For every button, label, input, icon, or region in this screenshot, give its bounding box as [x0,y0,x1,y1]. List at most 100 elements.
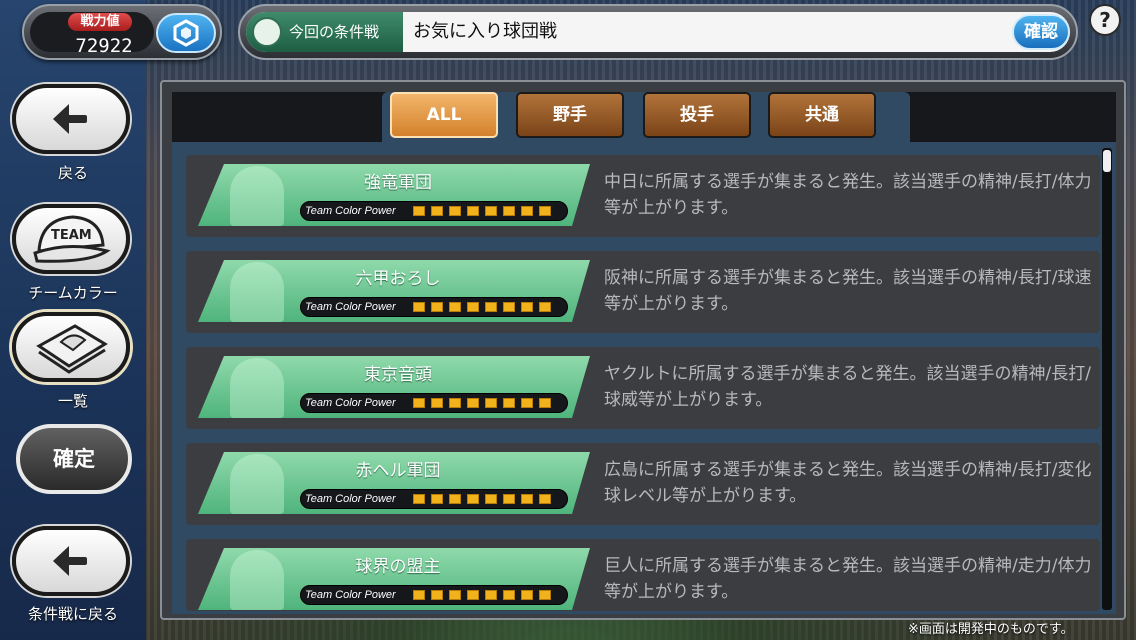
tcp-segment [503,398,515,408]
tcp-label: Team Color Power [305,205,396,217]
tcp-segment [467,590,479,600]
tcp-label: Team Color Power [305,493,396,505]
tcp-segment [449,302,461,312]
condition-title: お気に入り球団戦 [413,21,557,42]
tcp-segment [431,494,443,504]
tcp-segment [503,590,515,600]
power-label: 戦力値 [68,13,132,31]
tcp-segment [467,398,479,408]
team-color-power-meter: Team Color Power [300,489,568,509]
list-scrollbar[interactable] [1102,148,1112,610]
help-icon[interactable]: ? [1089,4,1121,36]
tcp-segment [521,494,533,504]
tcp-segment [521,206,533,216]
tcp-segment [485,494,497,504]
tcp-segment [539,398,551,408]
tcp-segment [413,302,425,312]
tcp-label: Team Color Power [305,589,396,601]
tcp-segment [431,590,443,600]
player-silhouette-icon [230,358,284,418]
tcp-segment [431,302,443,312]
row-description: 広島に所属する選手が集まると発生。該当選手の精神/長打/変化球レベル等が上がりま… [604,460,1092,506]
team-color-row[interactable]: 強竜軍団 Team Color Power 中日に所属する選手が集まると発生。該… [186,155,1100,237]
tcp-segment [521,590,533,600]
team-color-button[interactable]: TEAM [12,204,130,274]
team-color-power-meter: Team Color Power [300,393,568,413]
tcp-segment [485,206,497,216]
tab-all[interactable]: ALL [390,92,498,138]
back-button[interactable] [12,84,130,154]
tcp-segment [539,302,551,312]
tcp-segment [467,302,479,312]
team-color-row[interactable]: 球界の盟主 Team Color Power 巨人に所属する選手が集まると発生。… [186,539,1100,611]
list-button[interactable] [12,312,130,382]
back-to-condition-button[interactable] [12,526,130,596]
development-notice: ※画面は開発中のものです。 [908,622,1074,637]
tcp-segment [449,494,461,504]
team-color-power-meter: Team Color Power [300,297,568,317]
tcp-segment [413,206,425,216]
decide-button[interactable]: 確定 [16,424,132,494]
row-description: 阪神に所属する選手が集まると発生。該当選手の精神/長打/球速等が上がります。 [604,268,1092,314]
scroll-thumb[interactable] [1103,150,1111,172]
tcp-segment [521,302,533,312]
back-label: 戻る [57,164,88,182]
tcp-segment [431,206,443,216]
tcp-segment [449,398,461,408]
row-description: 中日に所属する選手が集まると発生。該当選手の精神/長打/体力等が上がります。 [604,172,1092,218]
tcp-segment [539,206,551,216]
power-display: 戦力値 72922 [22,4,222,60]
tcp-segment [449,590,461,600]
tcp-segment [503,302,515,312]
team-cap-icon: TEAM [33,215,111,263]
tab-pitcher[interactable]: 投手 [643,92,751,138]
back-to-condition-label: 条件戦に戻る [27,605,118,623]
player-silhouette-icon [230,262,284,322]
condition-tag-label: 今回の条件戦 [289,23,380,41]
row-title: 強竜軍団 [364,173,432,193]
tcp-label: Team Color Power [305,301,396,313]
team-color-power-meter: Team Color Power [300,201,568,221]
trophy-icon [252,17,282,47]
tab-fielder[interactable]: 野手 [516,92,624,138]
condition-inner: 今回の条件戦 お気に入り球団戦 確認 [246,12,1070,52]
tcp-segment [485,590,497,600]
tab-common[interactable]: 共通 [768,92,876,138]
arrow-left-icon [53,546,89,576]
tcp-segment [467,206,479,216]
tcp-segment [485,398,497,408]
power-detail-button[interactable] [156,13,216,53]
list-cards-icon [36,324,108,374]
player-silhouette-icon [230,454,284,514]
tcp-segment [521,398,533,408]
condition-bar: 今回の条件戦 お気に入り球団戦 確認 [238,4,1078,60]
tcp-segment [485,302,497,312]
tcp-segment [413,398,425,408]
hexagon-icon [173,19,199,47]
tcp-segment [449,206,461,216]
power-value: 72922 [75,35,133,57]
tcp-segment [413,590,425,600]
team-color-row[interactable]: 東京音頭 Team Color Power ヤクルトに所属する選手が集まると発生… [186,347,1100,429]
team-color-row[interactable]: 赤ヘル軍団 Team Color Power 広島に所属する選手が集まると発生。… [186,443,1100,525]
tcp-label: Team Color Power [305,397,396,409]
tcp-segment [503,206,515,216]
row-title: 球界の盟主 [355,557,441,577]
tcp-segment [467,494,479,504]
row-title: 赤ヘル軍団 [355,461,441,481]
row-description: 巨人に所属する選手が集まると発生。該当選手の精神/走力/体力等が上がります。 [604,556,1092,602]
team-color-row[interactable]: 六甲おろし Team Color Power 阪神に所属する選手が集まると発生。… [186,251,1100,333]
tcp-segment [503,494,515,504]
tcp-segment [539,590,551,600]
tcp-segment [413,494,425,504]
list-label: 一覧 [57,392,88,410]
team-cap-text: TEAM [51,228,92,243]
confirm-button[interactable]: 確認 [1012,14,1070,50]
team-color-label: チームカラー [28,284,118,302]
arrow-left-icon [53,104,89,134]
row-title: 東京音頭 [364,365,432,385]
row-description: ヤクルトに所属する選手が集まると発生。該当選手の精神/長打/球威等が上がります。 [604,364,1091,410]
row-title: 六甲おろし [355,269,441,289]
tcp-segment [431,398,443,408]
tcp-segment [539,494,551,504]
